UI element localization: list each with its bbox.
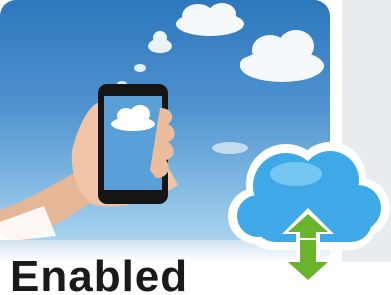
cloud-small-1: [148, 31, 172, 53]
cloud-highlight: [270, 162, 322, 186]
cloud-top: [176, 3, 244, 36]
cloud-right: [240, 30, 324, 82]
caption-text: Enabled: [10, 255, 189, 295]
cloud-small-2: [134, 64, 146, 72]
cloud-sync-icon: [228, 142, 390, 286]
